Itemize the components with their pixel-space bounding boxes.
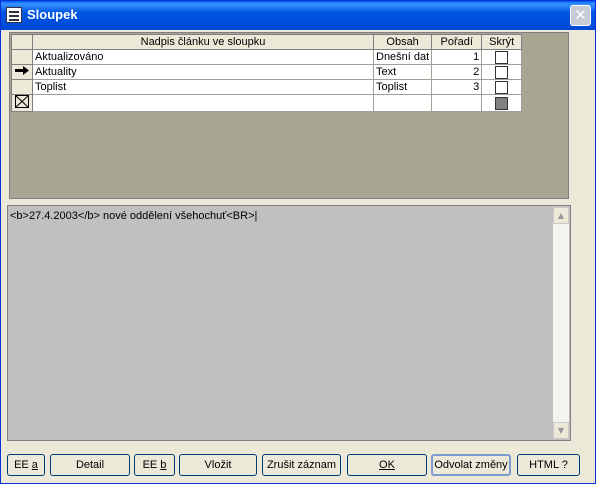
grid-table: Nadpis článku ve sloupku Obsah Pořadí Sk… [11,34,523,112]
form-icon [6,7,22,23]
vlozit-button[interactable]: Vložit [179,454,257,476]
row-selector[interactable] [11,64,33,80]
ee-b-accel: b [160,459,167,471]
cell-content[interactable]: Dnešní dat [372,49,433,65]
ee-a-label: EE [14,459,32,471]
scroll-up-icon[interactable]: ▲ [553,207,569,224]
row-selector[interactable] [11,79,33,95]
table-row[interactable]: Aktualizováno Dnešní dat 1 [11,49,523,65]
row-selector[interactable] [11,94,33,112]
ok-button[interactable]: OK [347,454,427,476]
scroll-down-icon[interactable]: ▼ [553,422,569,439]
cell-order[interactable] [431,94,483,112]
cell-order[interactable]: 3 [431,79,483,95]
cell-title[interactable]: Toplist [32,79,374,95]
hidden-checkbox[interactable] [495,80,509,94]
zrusit-zaznam-button[interactable]: Zrušit záznam [262,454,341,476]
cell-hidden[interactable] [481,94,523,112]
datasheet-grid: Nadpis článku ve sloupku Obsah Pořadí Sk… [9,32,569,199]
odvolat-zmeny-button[interactable]: Odvolat změny [431,454,511,476]
cell-content[interactable]: Toplist [372,79,433,95]
cell-hidden[interactable] [481,64,523,80]
ee-b-label: EE [142,459,161,471]
table-row[interactable]: Toplist Toplist 3 [11,79,523,95]
title-bar[interactable]: Sloupek ✕ [1,1,595,30]
editor-text[interactable]: <b>27.4.2003</b> nové oddělení všehochuť… [10,210,257,222]
select-all-header[interactable] [11,34,33,50]
cell-title[interactable] [32,94,374,112]
ee-b-button[interactable]: EE b [134,454,175,476]
column-header-order[interactable]: Pořadí [431,34,483,50]
cell-content[interactable]: Text [372,64,433,80]
row-selector[interactable] [11,49,33,65]
sloupek-window: Sloupek ✕ Nadpis článku ve sloupku Obsah… [0,0,596,484]
cell-title[interactable]: Aktualizováno [32,49,374,65]
close-button[interactable]: ✕ [570,5,591,26]
table-row[interactable]: Aktuality Text 2 [11,64,523,80]
ee-a-accel: a [31,459,38,471]
cell-title[interactable]: Aktuality [32,64,374,80]
column-header-title[interactable]: Nadpis článku ve sloupku [32,34,374,50]
ok-label: OK [379,459,395,471]
grid-header-row: Nadpis článku ve sloupku Obsah Pořadí Sk… [11,34,523,50]
cell-order[interactable]: 2 [431,64,483,80]
column-header-content[interactable]: Obsah [372,34,433,50]
current-record-arrow-icon [15,66,29,75]
editor-scrollbar[interactable]: ▲ ▼ [553,207,569,439]
detail-button[interactable]: Detail [50,454,130,476]
window-title: Sloupek [27,7,78,22]
column-header-hidden[interactable]: Skrýt [481,34,523,50]
cell-content[interactable] [372,94,433,112]
hidden-checkbox[interactable] [495,50,509,64]
cell-hidden[interactable] [481,79,523,95]
new-record-row[interactable] [11,94,523,112]
content-editor[interactable]: <b>27.4.2003</b> nové oddělení všehochuť… [7,205,571,441]
hidden-checkbox[interactable] [495,96,509,110]
cell-order[interactable]: 1 [431,49,483,65]
hidden-checkbox[interactable] [495,65,509,79]
ee-a-button[interactable]: EE a [7,454,45,476]
html-help-button[interactable]: HTML ? [517,454,580,476]
new-record-icon [15,95,29,108]
cell-hidden[interactable] [481,49,523,65]
